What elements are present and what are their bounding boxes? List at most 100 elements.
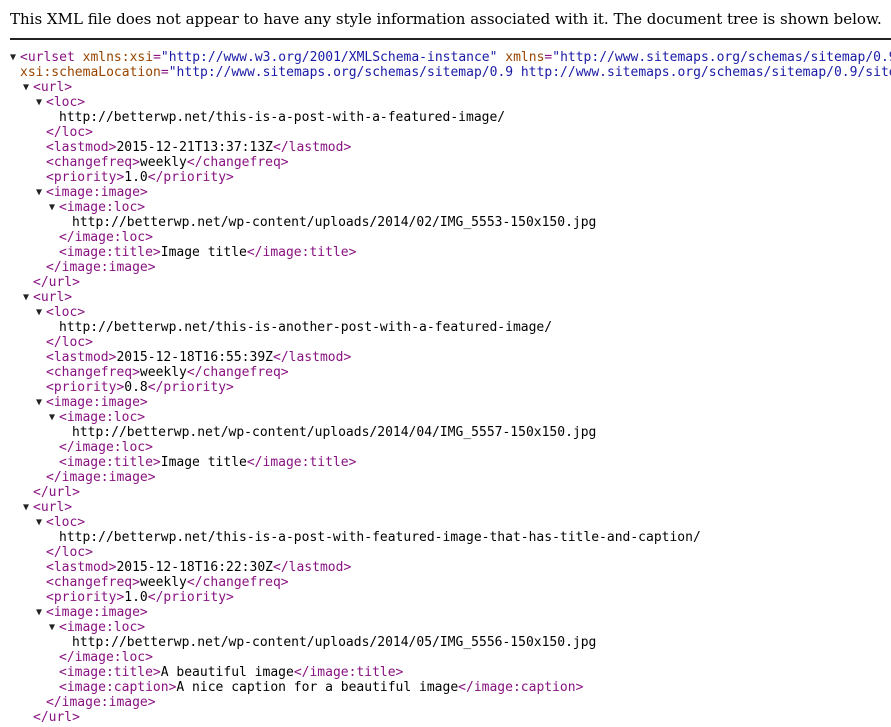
xml-line: <changefreq>weekly</changefreq> <box>0 155 891 170</box>
collapse-triangle-icon[interactable]: ▼ <box>23 500 33 515</box>
xml-line: </image:loc> <box>0 440 891 455</box>
xml-tag-token: </image:caption> <box>458 680 584 695</box>
xml-line: ▼ <loc> <box>0 515 891 530</box>
collapse-triangle-icon[interactable]: ▼ <box>36 395 46 410</box>
collapse-triangle-icon[interactable]: ▼ <box>23 290 33 305</box>
xml-line: <priority>0.8</priority> <box>0 380 891 395</box>
xml-tag-token: <priority> <box>46 380 125 395</box>
xml-line: ▼ <url> <box>0 290 891 305</box>
xml-line: xsi:schemaLocation="http://www.sitemaps.… <box>0 65 891 80</box>
xml-line: <lastmod>2015-12-18T16:22:30Z</lastmod> <box>0 560 891 575</box>
xml-line: </loc> <box>0 545 891 560</box>
xml-line: </image:loc> <box>0 230 891 245</box>
xml-attribute-name: xmlns:xsi <box>82 50 154 65</box>
xml-attribute-name: xmlns <box>505 50 545 65</box>
xml-tag-token: <image:loc> <box>59 200 146 215</box>
xml-line: <priority>1.0</priority> <box>0 590 891 605</box>
style-info-notice: This XML file does not appear to have an… <box>0 0 891 43</box>
collapse-triangle-icon[interactable]: ▼ <box>36 305 46 320</box>
xml-text-node: weekly <box>139 575 187 590</box>
xml-text-node: Image title <box>160 245 247 260</box>
xml-line: http://betterwp.net/wp-content/uploads/2… <box>0 215 891 230</box>
xml-tag-token: </image:title> <box>246 455 357 470</box>
xml-tag-token: </lastmod> <box>273 350 352 365</box>
collapse-triangle-icon[interactable]: ▼ <box>10 50 20 65</box>
xml-line: </loc> <box>0 335 891 350</box>
xml-tag-token: </changefreq> <box>186 365 289 380</box>
xml-line: <lastmod>2015-12-18T16:55:39Z</lastmod> <box>0 350 891 365</box>
collapse-triangle-icon[interactable]: ▼ <box>36 515 46 530</box>
xml-text-node: A nice caption for a beautiful image <box>176 680 459 695</box>
collapse-triangle-icon[interactable]: ▼ <box>49 620 59 635</box>
xml-tag-token: </changefreq> <box>186 575 289 590</box>
xml-text-node: 2015-12-21T13:37:13Z <box>116 140 273 155</box>
xml-text-node: 0.8 <box>124 380 148 395</box>
xml-line: http://betterwp.net/this-is-a-post-with-… <box>0 110 891 125</box>
xml-tag-token: </image:loc> <box>59 650 153 665</box>
xml-tag-token: </image:image> <box>46 260 156 275</box>
xml-line: http://betterwp.net/this-is-another-post… <box>0 320 891 335</box>
xml-tag-token: <changefreq> <box>46 155 140 170</box>
header-divider <box>10 38 891 40</box>
xml-attribute-value: "http://www.sitemaps.org/schemas/sitemap… <box>168 65 891 80</box>
collapse-triangle-icon[interactable]: ▼ <box>23 80 33 95</box>
xml-text-node: 1.0 <box>124 590 148 605</box>
xml-tag-token: </image:image> <box>46 695 156 710</box>
xml-tag-token: <image:title> <box>59 665 161 680</box>
collapse-triangle-icon[interactable]: ▼ <box>36 605 46 620</box>
xml-line: <priority>1.0</priority> <box>0 170 891 185</box>
xml-attribute-name: xsi:schemaLocation <box>20 65 161 80</box>
xml-text-node: http://betterwp.net/wp-content/uploads/2… <box>72 215 597 230</box>
xml-tag-token: </priority> <box>147 590 234 605</box>
xml-line: </image:image> <box>0 260 891 275</box>
xml-tag-token: <url> <box>33 290 73 305</box>
xml-tag-token: <image:title> <box>59 455 161 470</box>
xml-tag-token: <priority> <box>46 170 125 185</box>
xml-tag-token: </changefreq> <box>186 155 289 170</box>
xml-tag-token: <url> <box>33 80 73 95</box>
xml-tag-token: </url> <box>33 710 80 725</box>
xml-tag-token: <image:title> <box>59 245 161 260</box>
xml-line: </url> <box>0 275 891 290</box>
xml-text-node: http://betterwp.net/this-is-another-post… <box>59 320 553 335</box>
collapse-triangle-icon[interactable]: ▼ <box>36 95 46 110</box>
xml-line: <changefreq>weekly</changefreq> <box>0 575 891 590</box>
xml-text-node: http://betterwp.net/wp-content/uploads/2… <box>72 425 597 440</box>
xml-line: ▼ <image:loc> <box>0 410 891 425</box>
xml-line: </url> <box>0 710 891 725</box>
xml-tag-token: = <box>153 50 161 65</box>
xml-tag-token: <image:image> <box>46 185 148 200</box>
xml-line: <image:title>A beautiful image</image:ti… <box>0 665 891 680</box>
xml-tag-token: </url> <box>33 275 80 290</box>
collapse-triangle-icon[interactable]: ▼ <box>49 410 59 425</box>
xml-line: ▼ <urlset xmlns:xsi="http://www.w3.org/20… <box>0 50 891 65</box>
xml-line: ▼ <loc> <box>0 305 891 320</box>
xml-text-node: http://betterwp.net/this-is-a-post-with-… <box>59 530 701 545</box>
xml-tag-token: <image:loc> <box>59 620 146 635</box>
xml-line: http://betterwp.net/this-is-a-post-with-… <box>0 530 891 545</box>
xml-line: http://betterwp.net/wp-content/uploads/2… <box>0 635 891 650</box>
xml-text-node: weekly <box>139 365 187 380</box>
xml-tag-token: = <box>160 65 169 80</box>
xml-tag-token: <lastmod> <box>46 350 117 365</box>
xml-text-node: Image title <box>160 455 247 470</box>
xml-tag-token: <lastmod> <box>46 560 117 575</box>
xml-tag-token: </image:title> <box>293 665 404 680</box>
xml-line: <changefreq>weekly</changefreq> <box>0 365 891 380</box>
xml-text-node: 2015-12-18T16:55:39Z <box>116 350 273 365</box>
xml-tag-token: <url> <box>33 500 73 515</box>
xml-line: ▼ <loc> <box>0 95 891 110</box>
xml-text-node: A beautiful image <box>160 665 294 680</box>
xml-tag-token: <changefreq> <box>46 575 140 590</box>
xml-tag-token: <loc> <box>46 95 86 110</box>
xml-line: ▼ <image:loc> <box>0 620 891 635</box>
xml-line: </image:image> <box>0 470 891 485</box>
xml-tag-token: <urlset <box>20 50 83 65</box>
xml-line: <image:title>Image title</image:title> <box>0 455 891 470</box>
xml-line: <lastmod>2015-12-21T13:37:13Z</lastmod> <box>0 140 891 155</box>
collapse-triangle-icon[interactable]: ▼ <box>36 185 46 200</box>
xml-line: </loc> <box>0 125 891 140</box>
xml-attribute-value: "http://www.w3.org/2001/XMLSchema-instan… <box>160 50 498 65</box>
xml-line: </url> <box>0 485 891 500</box>
collapse-triangle-icon[interactable]: ▼ <box>49 200 59 215</box>
